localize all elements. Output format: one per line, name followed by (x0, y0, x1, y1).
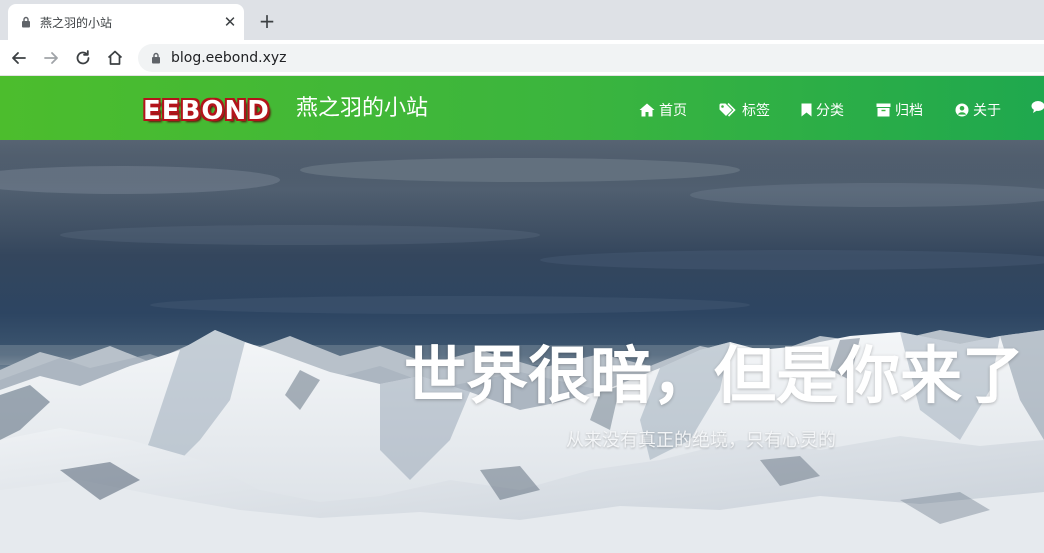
archive-icon (876, 103, 891, 117)
nav-item-home[interactable]: 首页 (639, 100, 687, 120)
browser-toolbar: blog.eebond.xyz (0, 40, 1044, 76)
address-bar[interactable]: blog.eebond.xyz (138, 44, 1044, 72)
hero-title: 世界很暗，但是你来了 (404, 339, 1025, 412)
hero-banner: 世界很暗，但是你来了 从来没有真正的绝境，只有心灵的 (0, 140, 1044, 553)
tab-title: 燕之羽的小站 (40, 16, 113, 30)
tags-icon (719, 103, 736, 117)
reload-icon (76, 50, 90, 65)
browser-tabstrip: 燕之羽的小站 ✕ + (0, 0, 1044, 40)
url-text: blog.eebond.xyz (171, 50, 287, 66)
nav-label: 归档 (895, 103, 923, 119)
user-circle-icon (955, 103, 969, 117)
back-button[interactable] (7, 46, 31, 70)
forward-button[interactable] (39, 46, 63, 70)
nav-item-tags[interactable]: 标签 (719, 100, 770, 120)
reload-button[interactable] (71, 46, 95, 70)
lock-icon (22, 16, 30, 28)
nav-item-categories[interactable]: 分类 (801, 100, 844, 120)
new-tab-button[interactable]: + (255, 10, 279, 34)
arrow-right-icon (44, 52, 58, 64)
nav-item-comments[interactable] (1031, 100, 1044, 114)
home-outline-icon (107, 50, 123, 65)
arrow-left-icon (12, 52, 26, 64)
nav-label: 关于 (973, 103, 1001, 119)
lock-icon (152, 52, 160, 64)
site-logo[interactable]: EEBOND (143, 95, 283, 127)
nav-label: 分类 (816, 103, 844, 119)
logo-text: EEBOND (143, 96, 270, 126)
nav-item-archive[interactable]: 归档 (876, 100, 923, 120)
nav-label: 首页 (659, 103, 687, 119)
home-button[interactable] (103, 46, 127, 70)
comments-icon (1031, 101, 1044, 113)
site-header: EEBOND 燕之羽的小站 首页 标签 分类 归档 关于 (0, 76, 1044, 140)
close-tab-icon[interactable]: ✕ (222, 14, 238, 30)
home-icon (639, 103, 655, 117)
nav-item-about[interactable]: 关于 (955, 100, 1001, 120)
browser-tab[interactable]: 燕之羽的小站 ✕ (8, 4, 244, 40)
bookmark-icon (801, 103, 812, 117)
nav-label: 标签 (742, 103, 770, 119)
hero-subtitle: 从来没有真正的绝境，只有心灵的 (566, 430, 836, 451)
site-title[interactable]: 燕之羽的小站 (296, 96, 428, 122)
